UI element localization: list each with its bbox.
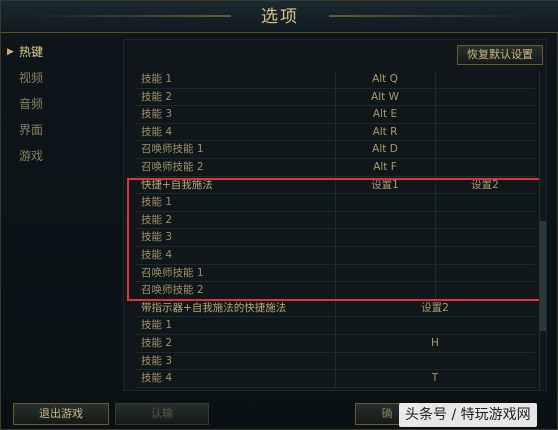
section-header-quick-self-cast: 快捷+自我施法 设置1 设置2: [135, 176, 535, 195]
sidebar-item-label: 音频: [19, 97, 44, 111]
sidebar-item-label: 游戏: [19, 149, 44, 163]
column-header-setting-2: 设置2: [421, 301, 449, 314]
sidebar-item-audio[interactable]: 音频: [1, 91, 119, 117]
table-row: 召唤师技能 1 Alt D: [135, 141, 535, 159]
table-row: 技能 1: [135, 194, 535, 212]
table-row: 技能 3: [135, 229, 535, 247]
section-title: 快捷+自我施法: [141, 178, 213, 191]
title-decoration-left: [31, 15, 231, 17]
table-row: 技能 3: [135, 352, 535, 371]
action-name: 召唤师技能 2: [141, 284, 204, 297]
key-binding-1[interactable]: Alt W: [335, 89, 435, 106]
action-name: 技能 3: [141, 231, 173, 244]
action-name: 技能 3: [141, 354, 173, 367]
window-title: 选项: [261, 7, 299, 27]
table-row: 召唤师技能 1: [135, 264, 535, 283]
action-name: 召唤师技能 1: [141, 266, 204, 279]
sidebar-item-video[interactable]: 视频: [1, 65, 119, 91]
table-row: 召唤师技能 2: [135, 282, 535, 300]
key-binding[interactable]: T: [335, 370, 535, 387]
sidebar-item-label: 热键: [19, 45, 44, 59]
section-header-indicator-self-cast: 带指示器+自我施法的快捷施法 设置2: [135, 299, 535, 318]
action-name: 技能 1: [141, 196, 173, 209]
action-name: 技能 4: [141, 125, 173, 138]
action-name: 技能 1: [141, 319, 173, 332]
sidebar: ▶ 热键 视频 音频 界面 游戏: [1, 39, 119, 389]
options-window: 选项 ▶ 热键 视频 音频 界面 游戏 恢复默认设置 技能 1 Alt Q 技能…: [0, 0, 558, 430]
table-row: 技能 4: [135, 246, 535, 265]
exit-game-button[interactable]: 退出游戏: [13, 403, 109, 425]
action-name: 技能 4: [141, 248, 173, 261]
surrender-button[interactable]: 认输: [115, 403, 209, 425]
chevron-right-icon: ▶: [7, 47, 14, 57]
action-name: 技能 2: [141, 336, 173, 349]
action-name: 技能 1: [141, 73, 173, 85]
table-row: 技能 2 Alt W: [135, 88, 535, 107]
action-name: 技能 4: [141, 372, 173, 385]
restore-defaults-button[interactable]: 恢复默认设置: [457, 45, 543, 65]
scrollbar[interactable]: [539, 71, 546, 389]
key-binding-1[interactable]: Alt E: [335, 106, 435, 123]
table-row: 召唤师技能 2 Alt F: [135, 158, 535, 177]
sidebar-item-label: 视频: [19, 71, 44, 85]
title-decoration-right: [329, 15, 529, 17]
action-name: 召唤师技能 2: [141, 160, 204, 173]
action-name: 技能 3: [141, 108, 173, 121]
table-row: 技能 1: [135, 317, 535, 335]
sidebar-item-game[interactable]: 游戏: [1, 143, 119, 169]
column-header-setting-2: 设置2: [471, 178, 499, 191]
action-name: 技能 2: [141, 90, 173, 103]
key-binding-1[interactable]: Alt D: [335, 141, 435, 158]
action-name: 召唤师技能 1: [141, 143, 204, 156]
key-binding[interactable]: H: [335, 335, 535, 352]
table-row: 技能 3 Alt E: [135, 106, 535, 124]
sidebar-item-hotkeys[interactable]: ▶ 热键: [1, 39, 119, 65]
key-binding-1[interactable]: Alt Q: [335, 71, 435, 88]
table-row: 技能 2 H: [135, 334, 535, 353]
table-row: 技能 2: [135, 211, 535, 230]
scrollbar-thumb[interactable]: [540, 221, 546, 331]
sidebar-item-label: 界面: [19, 123, 44, 137]
table-row: 技能 4 Alt R: [135, 123, 535, 142]
column-header-setting-1: 设置1: [371, 178, 399, 191]
table-row: 技能 1 Alt Q: [135, 71, 535, 89]
table-row: 技能 4 T: [135, 370, 535, 388]
title-bar: 选项: [1, 1, 558, 33]
watermark: 头条号 / 特玩游戏网: [399, 403, 537, 427]
section-title: 带指示器+自我施法的快捷施法: [141, 301, 287, 314]
hotkey-table: 技能 1 Alt Q 技能 2 Alt W 技能 3 Alt E 技能 4 Al…: [135, 71, 535, 388]
key-binding-1[interactable]: Alt F: [335, 159, 435, 176]
key-binding-1[interactable]: Alt R: [335, 124, 435, 141]
sidebar-item-interface[interactable]: 界面: [1, 117, 119, 143]
action-name: 技能 2: [141, 213, 173, 226]
